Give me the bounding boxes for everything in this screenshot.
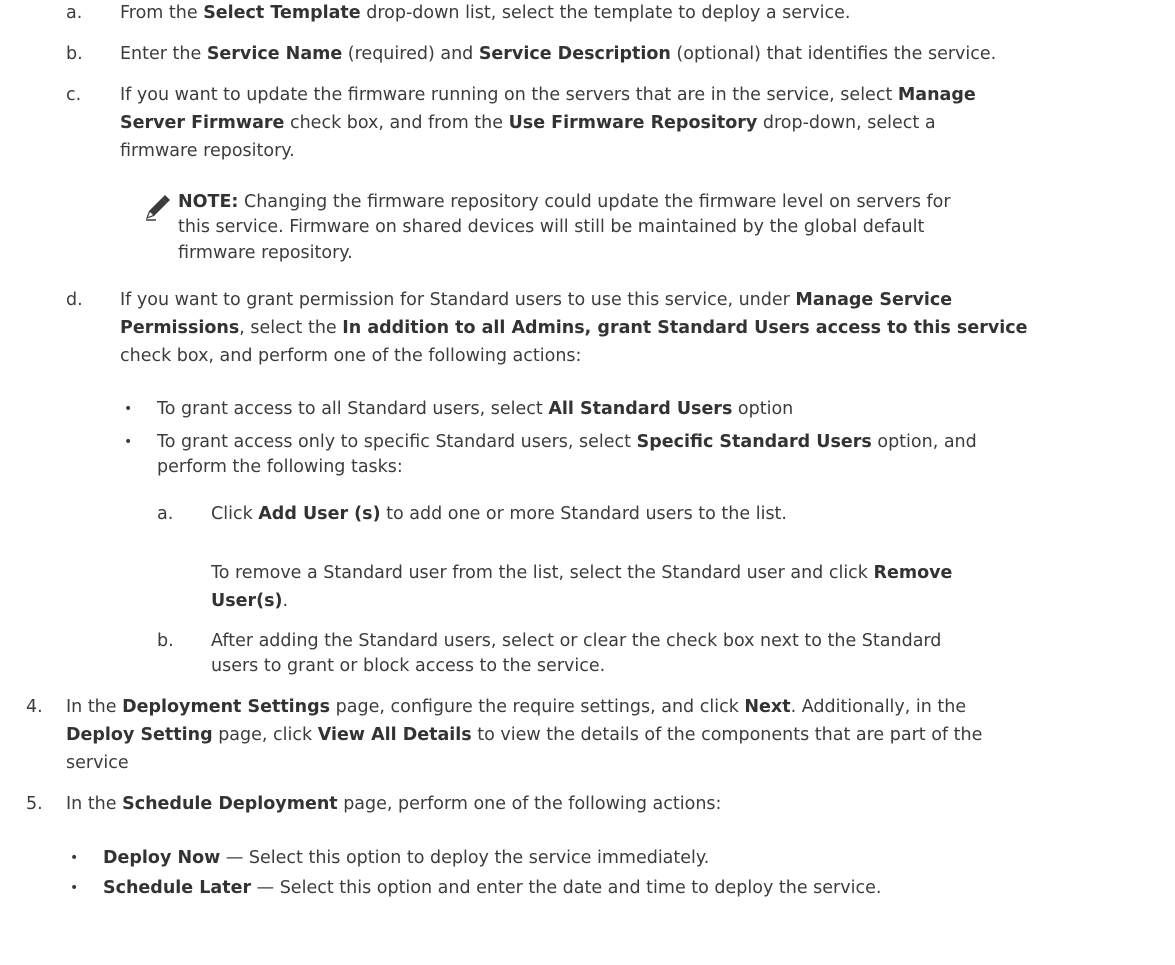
step-5-bullet1-text: Deploy Now — Select this option to deplo… <box>103 848 710 868</box>
step-d-line3: check box, and perform one of the follow… <box>120 346 582 366</box>
bullet-marker: • <box>124 434 133 450</box>
step-b-marker: b. <box>66 44 83 64</box>
substep-b-marker: b. <box>157 631 174 651</box>
step-4-line3: service <box>66 753 129 773</box>
step-4-line1: In the Deployment Settings page, configu… <box>66 697 967 717</box>
step-c-marker: c. <box>66 85 82 105</box>
step-b-text: Enter the Service Name (required) and Se… <box>120 44 997 64</box>
step-d-marker: d. <box>66 290 83 310</box>
note-line3: firmware repository. <box>178 243 353 263</box>
step-5-bullet2-text: Schedule Later — Select this option and … <box>103 878 882 898</box>
bullet-marker: • <box>124 401 133 417</box>
step-4-line2: Deploy Setting page, click View All Deta… <box>66 725 983 745</box>
step-c-line3: firmware repository. <box>120 141 295 161</box>
substep-a-extra-line1: To remove a Standard user from the list,… <box>211 563 953 583</box>
step-d-bullet2-line2: perform the following tasks: <box>157 457 403 477</box>
substep-b-line1: After adding the Standard users, select … <box>211 631 942 651</box>
step-d-bullet1-text: To grant access to all Standard users, s… <box>157 399 794 419</box>
step-5-marker: 5. <box>26 794 43 814</box>
step-d-line1: If you want to grant permission for Stan… <box>120 290 953 310</box>
step-5-line1: In the Schedule Deployment page, perform… <box>66 794 722 814</box>
step-c-line1: If you want to update the firmware runni… <box>120 85 976 105</box>
substep-a-marker: a. <box>157 504 174 524</box>
step-d-bullet2-line1: To grant access only to specific Standar… <box>157 432 977 452</box>
bullet-marker: • <box>70 880 79 896</box>
step-a-text: From the Select Template drop-down list,… <box>120 3 851 23</box>
pencil-note-icon <box>146 195 170 221</box>
note-line1: NOTE: Changing the firmware repository c… <box>178 192 951 212</box>
step-d-line2: Permissions, select the In addition to a… <box>120 318 1028 338</box>
substep-a-extra-line2: User(s). <box>211 591 289 611</box>
note-line2: this service. Firmware on shared devices… <box>178 217 925 237</box>
step-a-marker: a. <box>66 3 83 23</box>
substep-a-text: Click Add User (s) to add one or more St… <box>211 504 787 524</box>
step-4-marker: 4. <box>26 697 43 717</box>
step-c-line2: Server Firmware check box, and from the … <box>120 113 936 133</box>
substep-b-line2: users to grant or block access to the se… <box>211 656 606 676</box>
bullet-marker: • <box>70 850 79 866</box>
